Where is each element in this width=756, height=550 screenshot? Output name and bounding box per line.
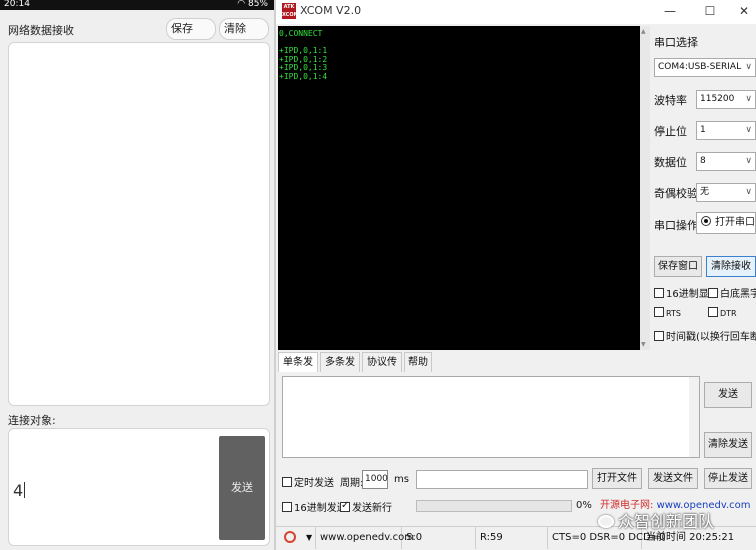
status-url[interactable]: www.openedv.com — [316, 527, 414, 549]
stop-bits-value: 1 — [700, 125, 706, 135]
chevron-down-icon: ∨ — [745, 125, 752, 135]
status-battery: 85% — [247, 0, 268, 9]
send-progress-bar — [416, 500, 572, 512]
open-file-button[interactable]: 打开文件 — [592, 468, 642, 489]
chevron-down-icon: ∨ — [745, 62, 752, 72]
chevron-down-icon: ∨ — [745, 187, 752, 197]
period-label: 周期: — [340, 478, 364, 489]
send-button[interactable]: 发送 — [219, 436, 265, 540]
stop-bits-select[interactable]: 1 ∨ — [696, 121, 756, 140]
white-black-checkbox[interactable]: 白底黑字 — [708, 285, 756, 300]
title-bar: ATK XCOM XCOM V2.0 — ☐ ✕ — [276, 0, 756, 24]
data-bits-label: 数据位 — [654, 156, 687, 169]
terminal-scrollbar[interactable]: ▲ ▼ — [640, 26, 650, 350]
newline-checkbox[interactable]: 发送新行 — [340, 499, 392, 514]
terminal-line: 0,CONNECT — [279, 29, 323, 38]
send-tabs: 单条发送 多条发送 协议传输 帮助 — [278, 352, 756, 388]
file-path-input[interactable] — [416, 470, 588, 489]
checkbox-icon — [708, 288, 718, 298]
phone-app: 20:14 ◠ 85% 网络数据接收 保存 清除 连接对象: 4 发送 — [0, 0, 274, 550]
terminal-line: +IPD,0,1:3 — [279, 63, 328, 72]
status-received: R:59 — [476, 527, 548, 549]
timed-send-checkbox[interactable]: 定时发送 — [282, 474, 334, 489]
status-sent: S:0 — [402, 527, 476, 549]
tab-multi-send[interactable]: 多条发送 — [320, 352, 360, 388]
timestamp-checkbox[interactable]: 时间戳(以换行回车断帧) — [654, 328, 756, 343]
port-select[interactable]: COM4:USB-SERIAL ∨ — [654, 58, 756, 77]
maximize-button[interactable]: ☐ — [700, 2, 720, 20]
xcom-logo-icon: ATK XCOM — [282, 3, 299, 19]
status-time: 20:14 — [4, 0, 30, 9]
watermark: 众智创新团队 — [598, 508, 714, 532]
receive-terminal[interactable]: 0,CONNECT +IPD,0,1:1 +IPD,0,1:2 +IPD,0,1… — [278, 26, 642, 350]
checkbox-icon — [708, 307, 718, 317]
port-op-label: 串口操作 — [654, 219, 698, 232]
receive-area[interactable] — [8, 42, 270, 406]
progress-percent: 0% — [576, 500, 592, 511]
radio-icon — [701, 216, 711, 226]
dropdown-arrow-icon: ▼ — [306, 533, 313, 542]
minimize-button[interactable]: — — [660, 2, 680, 20]
baud-label: 波特率 — [654, 94, 687, 107]
xcom-window: ATK XCOM XCOM V2.0 — ☐ ✕ 0,CONNECT +IPD,0… — [274, 0, 756, 550]
checkbox-icon — [282, 502, 292, 512]
terminal-line: +IPD,0,1:1 — [279, 46, 328, 55]
wechat-icon — [598, 515, 614, 528]
wifi-icon: ◠ — [237, 0, 248, 9]
send-text-area[interactable] — [282, 376, 700, 458]
stop-send-button[interactable]: 停止发送 — [704, 468, 752, 489]
text-caret — [24, 482, 26, 498]
scroll-up-icon[interactable]: ▲ — [641, 28, 646, 35]
open-port-button[interactable]: 打开串口 — [696, 212, 756, 234]
close-button[interactable]: ✕ — [734, 2, 754, 20]
checkbox-icon — [654, 331, 664, 341]
checkbox-checked-icon — [340, 500, 350, 512]
clear-button[interactable]: 清除 — [219, 18, 269, 40]
save-window-button[interactable]: 保存窗口 — [654, 256, 702, 277]
data-bits-value: 8 — [700, 156, 706, 166]
scroll-down-icon[interactable]: ▼ — [641, 341, 646, 348]
terminal-line: +IPD,0,1:4 — [279, 71, 328, 81]
chevron-down-icon: ∨ — [745, 156, 752, 166]
send-scrollbar[interactable] — [689, 377, 699, 457]
send-input-value: 4 — [13, 481, 24, 500]
help-icon — [284, 531, 296, 543]
hex-send-checkbox[interactable]: 16进制发送 — [282, 499, 347, 514]
chevron-down-icon: ∨ — [745, 94, 752, 104]
checkbox-icon — [282, 477, 292, 487]
dtr-checkbox[interactable]: DTR — [708, 307, 737, 318]
stop-bits-label: 停止位 — [654, 125, 687, 138]
save-button[interactable]: 保存 — [166, 18, 216, 40]
clear-receive-button[interactable]: 清除接收 — [706, 256, 756, 277]
rts-checkbox[interactable]: RTS — [654, 307, 681, 318]
parity-select[interactable]: 无 ∨ — [696, 183, 756, 202]
baud-select-value: 115200 — [700, 94, 735, 104]
port-select-value: COM4:USB-SERIAL — [658, 62, 742, 72]
data-bits-select[interactable]: 8 ∨ — [696, 152, 756, 171]
connection-label: 连接对象: — [8, 414, 56, 427]
checkbox-icon — [654, 307, 664, 317]
window-title: XCOM V2.0 — [300, 4, 362, 17]
phone-status-bar: 20:14 ◠ 85% — [0, 0, 274, 10]
send-file-button[interactable]: 发送文件 — [648, 468, 698, 489]
tab-single-send[interactable]: 单条发送 — [278, 352, 318, 388]
parity-value: 无 — [700, 187, 710, 197]
tab-protocol[interactable]: 协议传输 — [362, 352, 402, 388]
parity-label: 奇偶校验 — [654, 187, 698, 200]
help-button[interactable]: ▼ — [276, 527, 316, 549]
period-input[interactable]: 1000 — [362, 470, 388, 489]
period-unit: ms — [394, 474, 409, 485]
clear-send-button[interactable]: 清除发送 — [704, 432, 752, 458]
checkbox-icon — [654, 288, 664, 298]
page-title: 网络数据接收 — [8, 24, 74, 37]
send-button[interactable]: 发送 — [704, 382, 752, 408]
terminal-line: +IPD,0,1:2 — [279, 54, 328, 64]
baud-select[interactable]: 115200 ∨ — [696, 90, 756, 109]
tab-help[interactable]: 帮助 — [404, 352, 432, 372]
port-label: 串口选择 — [654, 36, 698, 49]
